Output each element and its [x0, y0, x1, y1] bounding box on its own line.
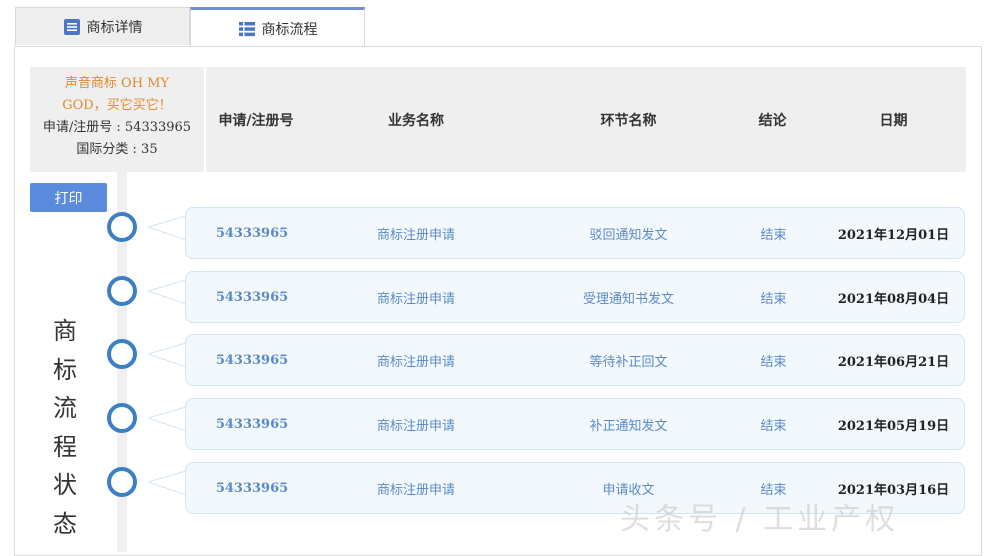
- cell-business: 商标注册申请: [376, 227, 455, 243]
- timeline-node: [107, 212, 137, 242]
- timeline-node: [107, 276, 137, 306]
- cell-result: 结束: [760, 227, 787, 243]
- row-pointer: [148, 279, 187, 305]
- cell-business: 商标注册申请: [376, 291, 455, 307]
- print-button[interactable]: 打印: [30, 183, 107, 212]
- row-pointer: [148, 342, 187, 368]
- tab-label: 商标流程: [261, 21, 318, 38]
- title-char: 状: [53, 471, 77, 499]
- cell-business: 商标注册申请: [376, 354, 455, 370]
- registration-number: 申请/注册号 : 54333965: [42, 120, 192, 135]
- row-pointer: [148, 215, 187, 241]
- header-business: 业务名称: [388, 112, 444, 129]
- trademark-name: 声音商标 OH MY GOD，买它买它！: [62, 76, 172, 113]
- title-char: 标: [53, 355, 77, 384]
- vertical-title: 商 标 流 程 状 态: [40, 312, 90, 543]
- timeline-node: [107, 467, 137, 497]
- cell-date: 2021年08月04日: [837, 291, 950, 307]
- cell-number: 54333965: [215, 416, 289, 432]
- cell-step: 驳回通知发文: [589, 227, 668, 243]
- title-char: 商: [53, 317, 77, 345]
- cell-number: 54333965: [215, 289, 289, 305]
- header-result: 结论: [758, 112, 787, 129]
- list-icon: [238, 21, 255, 36]
- title-char: 流: [53, 394, 77, 422]
- tab-label: 商标详情: [86, 19, 143, 36]
- cell-business: 商标注册申请: [376, 418, 455, 434]
- table-row[interactable]: 54333965 商标注册申请 补正通知发文 结束 2021年05月19日: [185, 398, 965, 450]
- row-pointer: [148, 470, 187, 496]
- cell-number: 54333965: [215, 480, 289, 496]
- header-step: 环节名称: [600, 112, 657, 129]
- trademark-info-box: 声音商标 OH MY GOD，买它买它！ 申请/注册号 : 54333965 国…: [30, 67, 204, 172]
- watermark: 头条号 / 工业产权: [620, 502, 900, 537]
- header-number: 申请/注册号: [218, 112, 294, 129]
- tab-trademark-details[interactable]: 商标详情: [15, 7, 190, 45]
- cell-result: 结束: [760, 291, 787, 307]
- cell-number: 54333965: [215, 225, 289, 241]
- timeline-node: [107, 339, 137, 369]
- cell-date: 2021年12月01日: [837, 227, 950, 243]
- document-list-icon: [63, 18, 80, 35]
- cell-step: 补正通知发文: [589, 418, 668, 434]
- table-row[interactable]: 54333965 商标注册申请 等待补正回文 结束 2021年06月21日: [185, 334, 965, 386]
- cell-date: 2021年06月21日: [837, 354, 950, 370]
- cell-result: 结束: [760, 354, 787, 370]
- table-row[interactable]: 54333965 商标注册申请 受理通知书发文 结束 2021年08月04日: [185, 271, 965, 323]
- tab-trademark-process[interactable]: 商标流程: [190, 7, 365, 47]
- timeline-node: [107, 403, 137, 433]
- table-row[interactable]: 54333965 商标注册申请 驳回通知发文 结束 2021年12月01日: [185, 207, 965, 259]
- cell-step: 受理通知书发文: [582, 291, 674, 307]
- title-char: 程: [53, 432, 77, 461]
- cell-date: 2021年05月19日: [837, 418, 950, 434]
- title-char: 态: [53, 509, 77, 538]
- international-class: 国际分类 : 35: [76, 142, 158, 157]
- cell-step: 等待补正回文: [589, 354, 668, 370]
- cell-result: 结束: [760, 418, 787, 434]
- row-pointer: [148, 406, 187, 432]
- header-date: 日期: [879, 112, 908, 129]
- table-header: 申请/注册号 业务名称 环节名称 结论 日期: [206, 67, 966, 172]
- cell-number: 54333965: [215, 352, 289, 368]
- cell-business: 商标注册申请: [376, 482, 455, 498]
